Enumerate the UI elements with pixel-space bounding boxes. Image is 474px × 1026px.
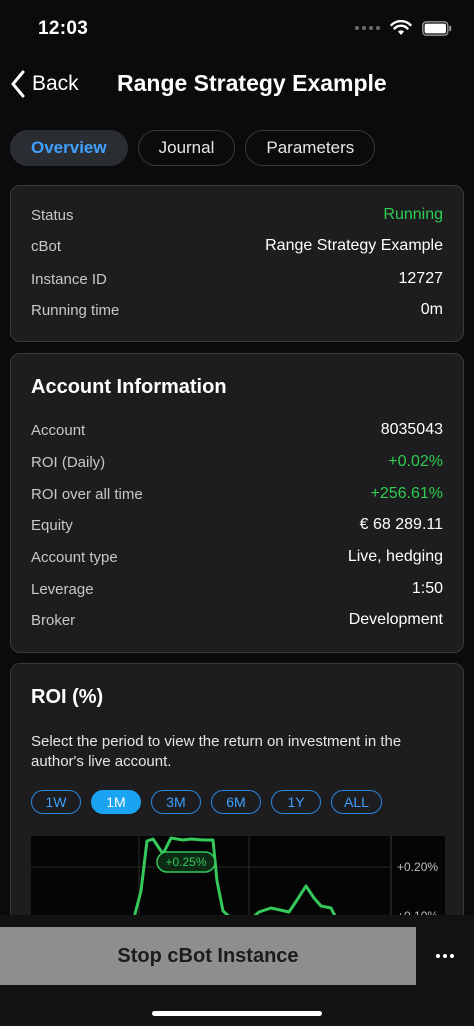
equity-label: Equity <box>31 516 73 534</box>
running-time-value: 0m <box>420 301 443 318</box>
account-type-row: Account type Live, hedging <box>31 548 443 566</box>
roi-daily-row: ROI (Daily) +0.02% <box>31 453 443 471</box>
account-info-card: Account Information Account 8035043 ROI … <box>10 353 464 653</box>
roi-chart-svg: +0.25% +0.20% +0.10% <box>31 836 438 926</box>
instance-id-value: 12727 <box>398 270 444 287</box>
battery-icon <box>422 20 452 36</box>
account-type-value: Live, hedging <box>347 548 443 565</box>
leverage-value: 1:50 <box>411 580 443 597</box>
wifi-icon <box>390 20 412 35</box>
account-row: Account 8035043 <box>31 421 443 439</box>
status-value: Running <box>383 206 443 223</box>
roi-title: ROI (%) <box>31 686 104 708</box>
tab-journal[interactable]: Journal <box>137 130 236 166</box>
status-card: Status Running cBot Range Strategy Examp… <box>10 185 464 342</box>
equity-value: € 68 289.11 <box>359 516 443 533</box>
more-dot-icon <box>450 954 454 958</box>
more-options-button[interactable] <box>416 927 474 985</box>
back-button[interactable]: Back <box>10 66 79 102</box>
period-selector: 1W 1M 3M 6M 1Y ALL <box>31 790 382 814</box>
leverage-row: Leverage 1:50 <box>31 580 443 598</box>
status-icons <box>355 20 452 36</box>
tab-overview[interactable]: Overview <box>10 130 128 166</box>
period-1y-button[interactable]: 1Y <box>271 790 321 814</box>
running-time-row: Running time 0m <box>31 301 443 319</box>
broker-label: Broker <box>31 611 76 629</box>
period-all-button[interactable]: ALL <box>331 790 382 814</box>
cbot-value: Range Strategy Example <box>265 237 443 254</box>
broker-value: Development <box>348 611 443 628</box>
instance-id-label: Instance ID <box>31 270 107 288</box>
cbot-label: cBot <box>31 237 62 255</box>
roi-all-time-label: ROI over all time <box>31 485 143 503</box>
account-label: Account <box>31 421 86 439</box>
roi-daily-label: ROI (Daily) <box>31 453 106 471</box>
more-dot-icon <box>443 954 447 958</box>
navigation-bar: Back Range Strategy Example <box>0 58 474 108</box>
account-type-label: Account type <box>31 548 118 566</box>
tab-bar: Overview Journal Parameters <box>10 130 376 166</box>
status-bar: 12:03 <box>0 0 474 56</box>
period-1w-button[interactable]: 1W <box>31 790 81 814</box>
status-label: Status <box>31 206 74 224</box>
more-dot-icon <box>436 954 440 958</box>
back-label: Back <box>32 72 79 95</box>
cellular-signal-icon <box>355 26 380 30</box>
equity-row: Equity € 68 289.11 <box>31 516 443 534</box>
home-indicator[interactable] <box>152 1011 322 1016</box>
running-time-label: Running time <box>31 301 120 319</box>
period-1m-button[interactable]: 1M <box>91 790 141 814</box>
account-value: 8035043 <box>380 421 443 438</box>
period-3m-button[interactable]: 3M <box>151 790 201 814</box>
account-info-title: Account Information <box>31 376 227 398</box>
roi-daily-value: +0.02% <box>388 453 443 470</box>
page-title: Range Strategy Example <box>117 70 387 96</box>
tab-parameters[interactable]: Parameters <box>245 130 376 166</box>
cbot-row: cBot Range Strategy Example <box>31 237 443 255</box>
status-time: 12:03 <box>38 18 89 39</box>
chart-tooltip-label: +0.25% <box>165 855 206 869</box>
y-tick-label: +0.20% <box>397 860 438 874</box>
period-6m-button[interactable]: 6M <box>211 790 261 814</box>
roi-chart[interactable]: +0.25% +0.20% +0.10% <box>31 836 445 926</box>
leverage-label: Leverage <box>31 580 94 598</box>
broker-row: Broker Development <box>31 611 443 629</box>
roi-description: Select the period to view the return on … <box>31 733 402 770</box>
status-row: Status Running <box>31 206 443 224</box>
instance-id-row: Instance ID 12727 <box>31 270 443 288</box>
chevron-left-icon <box>11 70 25 98</box>
roi-all-time-row: ROI over all time +256.61% <box>31 485 443 503</box>
roi-all-time-value: +256.61% <box>370 485 443 502</box>
bottom-action-bar: Stop cBot Instance <box>0 915 474 1026</box>
roi-series-line <box>133 836 337 921</box>
stop-cbot-instance-button[interactable]: Stop cBot Instance <box>0 927 416 985</box>
